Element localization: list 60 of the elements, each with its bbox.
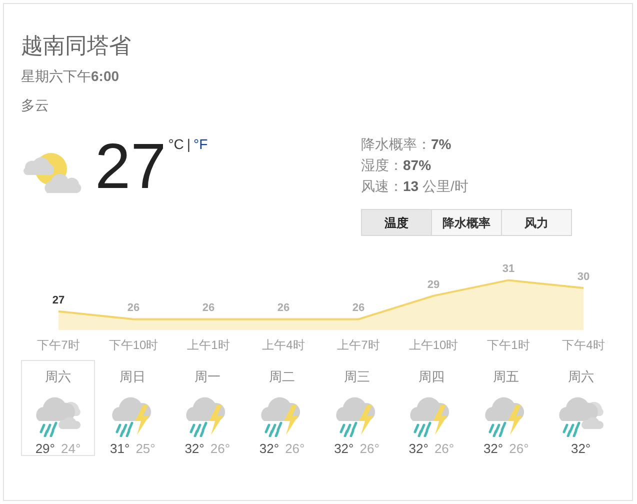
day-forecast[interactable]: 周日 31° 25°: [96, 360, 170, 456]
temperature-label: 26: [202, 302, 215, 314]
chart-tab[interactable]: 降水概率: [431, 209, 502, 236]
hour-label: 上午4时: [261, 337, 306, 354]
day-forecast[interactable]: 周一 32° 26°: [170, 360, 244, 456]
celsius-unit: °C: [168, 135, 184, 154]
hour-label: 上午10时: [408, 337, 460, 354]
high-temperature: 32°: [184, 440, 204, 458]
low-temperature: 26°: [509, 440, 529, 458]
day-label: 周六: [45, 368, 71, 386]
hour-label: 上午1时: [186, 337, 231, 354]
current-temperature: 27: [95, 134, 166, 198]
weather-detail: 降水概率：7%: [361, 135, 452, 154]
chart-tab[interactable]: 温度: [361, 209, 432, 236]
unit-separator: |: [186, 135, 191, 154]
day-label: 周一: [194, 368, 220, 386]
temperature-label: 27: [52, 294, 65, 306]
temperature-label: 26: [352, 302, 365, 314]
day-label: 周六: [568, 368, 594, 386]
low-temperature: 25°: [136, 440, 156, 458]
low-temperature: 26°: [210, 440, 230, 458]
day-label: 周日: [120, 368, 146, 386]
hour-label: 上午7时: [336, 337, 381, 354]
temperature-label: 26: [277, 302, 290, 314]
temperature-label: 29: [427, 278, 440, 291]
high-temperature: 32°: [408, 440, 428, 458]
high-temperature: 32°: [259, 440, 280, 458]
weather-detail: 风速：13 公里/时: [361, 177, 470, 196]
day-forecast[interactable]: 周六 29° 24°: [21, 360, 95, 456]
low-temperature: 26°: [360, 440, 380, 458]
low-temperature: 24°: [61, 440, 81, 458]
day-label: 周二: [269, 368, 296, 386]
day-forecast[interactable]: 周五 32° 26°: [469, 360, 544, 456]
date-time: 星期六下午6:00: [21, 67, 120, 86]
temperature-label: 26: [127, 302, 140, 314]
hour-label: 下午4时: [561, 337, 606, 354]
day-forecast[interactable]: 周六 32°: [544, 360, 618, 456]
temperature-label: 30: [577, 271, 590, 283]
weather-detail: 湿度：87%: [361, 156, 432, 175]
day-forecast[interactable]: 周二 32° 26°: [245, 360, 320, 456]
chart-tab[interactable]: 风力: [501, 209, 572, 236]
low-temperature: 26°: [434, 440, 454, 458]
low-temperature: 26°: [285, 440, 305, 458]
day-forecast[interactable]: 周四 32° 26°: [394, 360, 468, 456]
hour-label: 下午10时: [108, 337, 160, 354]
day-label: 周三: [344, 368, 370, 386]
high-temperature: 29°: [35, 440, 55, 458]
high-temperature: 32°: [334, 440, 354, 458]
high-temperature: 31°: [110, 440, 130, 458]
location-title: 越南同塔省: [21, 32, 132, 60]
hour-label: 下午1时: [486, 337, 531, 354]
temperature-label: 31: [502, 263, 515, 276]
day-forecast[interactable]: 周三 32° 26°: [320, 360, 394, 456]
fahrenheit-link[interactable]: °F: [194, 134, 208, 155]
day-label: 周四: [418, 368, 444, 386]
hour-label: 下午7时: [36, 337, 81, 354]
high-temperature: 32°: [483, 440, 504, 458]
high-temperature: 32°: [570, 440, 591, 458]
condition-text: 多云: [21, 96, 50, 115]
day-label: 周五: [493, 368, 520, 386]
